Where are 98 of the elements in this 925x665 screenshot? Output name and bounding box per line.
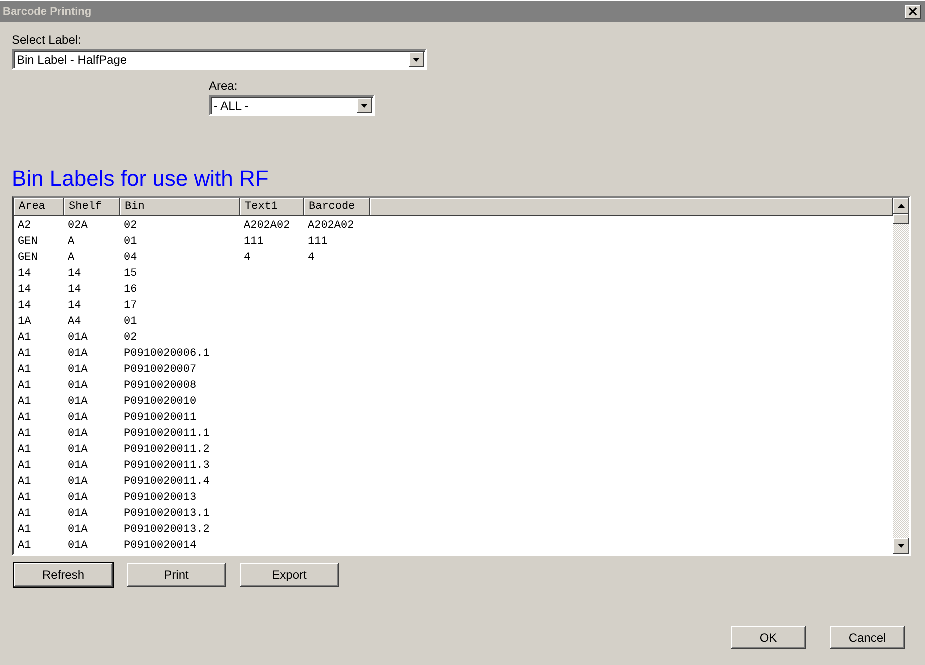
cancel-button[interactable]: Cancel	[830, 626, 905, 649]
table-cell-text: A1	[17, 524, 32, 536]
table-cell-text: 02	[123, 332, 138, 344]
dropdown[interactable]: - ALL -	[209, 95, 375, 116]
table-cell-text: P0910020011.4	[123, 476, 211, 488]
table-cell-text: 01A	[67, 332, 89, 344]
table-cell-text: 01A	[67, 364, 89, 376]
table-cell-text: 01A	[67, 444, 89, 456]
scroll-thumb[interactable]	[893, 214, 909, 224]
table-cell-text: A	[67, 236, 76, 248]
field-label: Area:	[209, 79, 239, 93]
table-cell-text: 04	[123, 252, 138, 264]
table-cell-text: 14	[17, 300, 32, 312]
table-cell-text: 1A	[17, 316, 32, 328]
close-button[interactable]: ×	[905, 4, 921, 18]
table-cell-text: P0910020013.2	[123, 524, 211, 536]
table-cell-text: 01	[123, 236, 138, 248]
table-cell-text: P0910020007	[123, 364, 198, 376]
table-cell-text: A1	[17, 540, 32, 552]
column-header[interactable]: Bin	[120, 198, 240, 216]
table-cell-text: A1	[17, 460, 32, 472]
up-arrow-icon	[898, 204, 904, 208]
action-button[interactable]: Export	[240, 563, 339, 587]
column-header[interactable]: Barcode	[304, 198, 370, 216]
table-cell-text: A1	[17, 332, 32, 344]
caret-icon	[361, 104, 368, 108]
table-cell-text: A1	[17, 380, 32, 392]
table-cell-text: 4	[307, 252, 316, 264]
table-cell-text: 02A	[67, 220, 89, 232]
table-cell-text: 16	[123, 284, 138, 296]
table-cell-text: 14	[17, 284, 32, 296]
table-cell-text: 14	[17, 268, 32, 280]
table-cell-text: P0910020011.3	[123, 460, 211, 472]
table-cell-text: 14	[67, 300, 82, 312]
table-cell-text: A1	[17, 428, 32, 440]
scroll-up-button[interactable]	[893, 198, 909, 214]
table-cell-text: A2	[17, 220, 32, 232]
table-cell-text: GEN	[17, 252, 39, 264]
table-cell-text: 01A	[67, 508, 89, 520]
table-cell-text: 01	[123, 316, 138, 328]
dropdown[interactable]: Bin Label - HalfPage	[12, 49, 427, 70]
dropdown-button[interactable]	[357, 98, 372, 113]
table-cell-text: P0910020013	[123, 492, 198, 504]
dropdown-button[interactable]	[409, 52, 424, 67]
table-cell-text: A202A02	[243, 220, 292, 232]
table-cell-text: A1	[17, 348, 32, 360]
table-cell-text: P0910020008	[123, 380, 198, 392]
table-cell-text: P0910020011.2	[123, 444, 211, 456]
table-cell-text: 15	[123, 268, 138, 280]
table-cell-text: 4	[243, 252, 252, 264]
scrollbar[interactable]	[893, 198, 909, 554]
table-cell-text: 111	[307, 236, 329, 248]
table-cell-text: 111	[243, 236, 265, 248]
column-header[interactable]: Area	[14, 198, 64, 216]
table-cell-text: A4	[67, 316, 82, 328]
scroll-down-button[interactable]	[893, 538, 909, 554]
table-cell-text: 01A	[67, 348, 89, 360]
window-title: Barcode Printing	[3, 6, 92, 18]
table-cell-text: 01A	[67, 396, 89, 408]
field-label: Select Label:	[12, 33, 82, 47]
down-arrow-icon	[898, 544, 904, 548]
table-cell-text: A1	[17, 444, 32, 456]
dropdown-value: Bin Label - HalfPage	[16, 52, 128, 66]
action-button[interactable]: Refresh	[14, 563, 113, 587]
table-cell-text: 17	[123, 300, 138, 312]
table-cell-text: A202A02	[307, 220, 356, 232]
table-cell-text: A1	[17, 412, 32, 424]
table-cell-text: 14	[67, 284, 82, 296]
ok-button[interactable]: OK	[731, 626, 806, 649]
table-cell-text: P0910020013.1	[123, 508, 211, 520]
table-cell-text: 01A	[67, 460, 89, 472]
table-cell-text: 14	[67, 268, 82, 280]
table-cell-text: 01A	[67, 540, 89, 552]
table-cell-text: A1	[17, 492, 32, 504]
table-cell-text: P0910020010	[123, 396, 198, 408]
section-heading: Bin Labels for use with RF	[12, 166, 270, 192]
table-cell-text: P0910020011	[123, 412, 198, 424]
table-cell-text: 02	[123, 220, 138, 232]
dropdown-value: - ALL -	[213, 98, 249, 112]
table-cell-text: 01A	[67, 412, 89, 424]
action-button[interactable]: Print	[127, 563, 226, 587]
column-header[interactable]: Text1	[240, 198, 304, 216]
table-cell-text: 01A	[67, 524, 89, 536]
table-cell-text: A	[67, 252, 76, 264]
caret-icon	[413, 58, 420, 62]
table-cell-text: A1	[17, 396, 32, 408]
table-cell-text: 01A	[67, 476, 89, 488]
table-cell-text: 01A	[67, 428, 89, 440]
table-cell-text: 01A	[67, 380, 89, 392]
table-cell-text: A1	[17, 364, 32, 376]
table-cell-text: A1	[17, 476, 32, 488]
table-cell-text: GEN	[17, 236, 39, 248]
table-cell-text: P0910020011.1	[123, 428, 211, 440]
table-cell-text: P0910020006.1	[123, 348, 211, 360]
table-cell-text: 01A	[67, 492, 89, 504]
table-cell-text: P0910020014	[123, 540, 198, 552]
table-cell-text: A1	[17, 508, 32, 520]
column-header[interactable]: Shelf	[64, 198, 120, 216]
